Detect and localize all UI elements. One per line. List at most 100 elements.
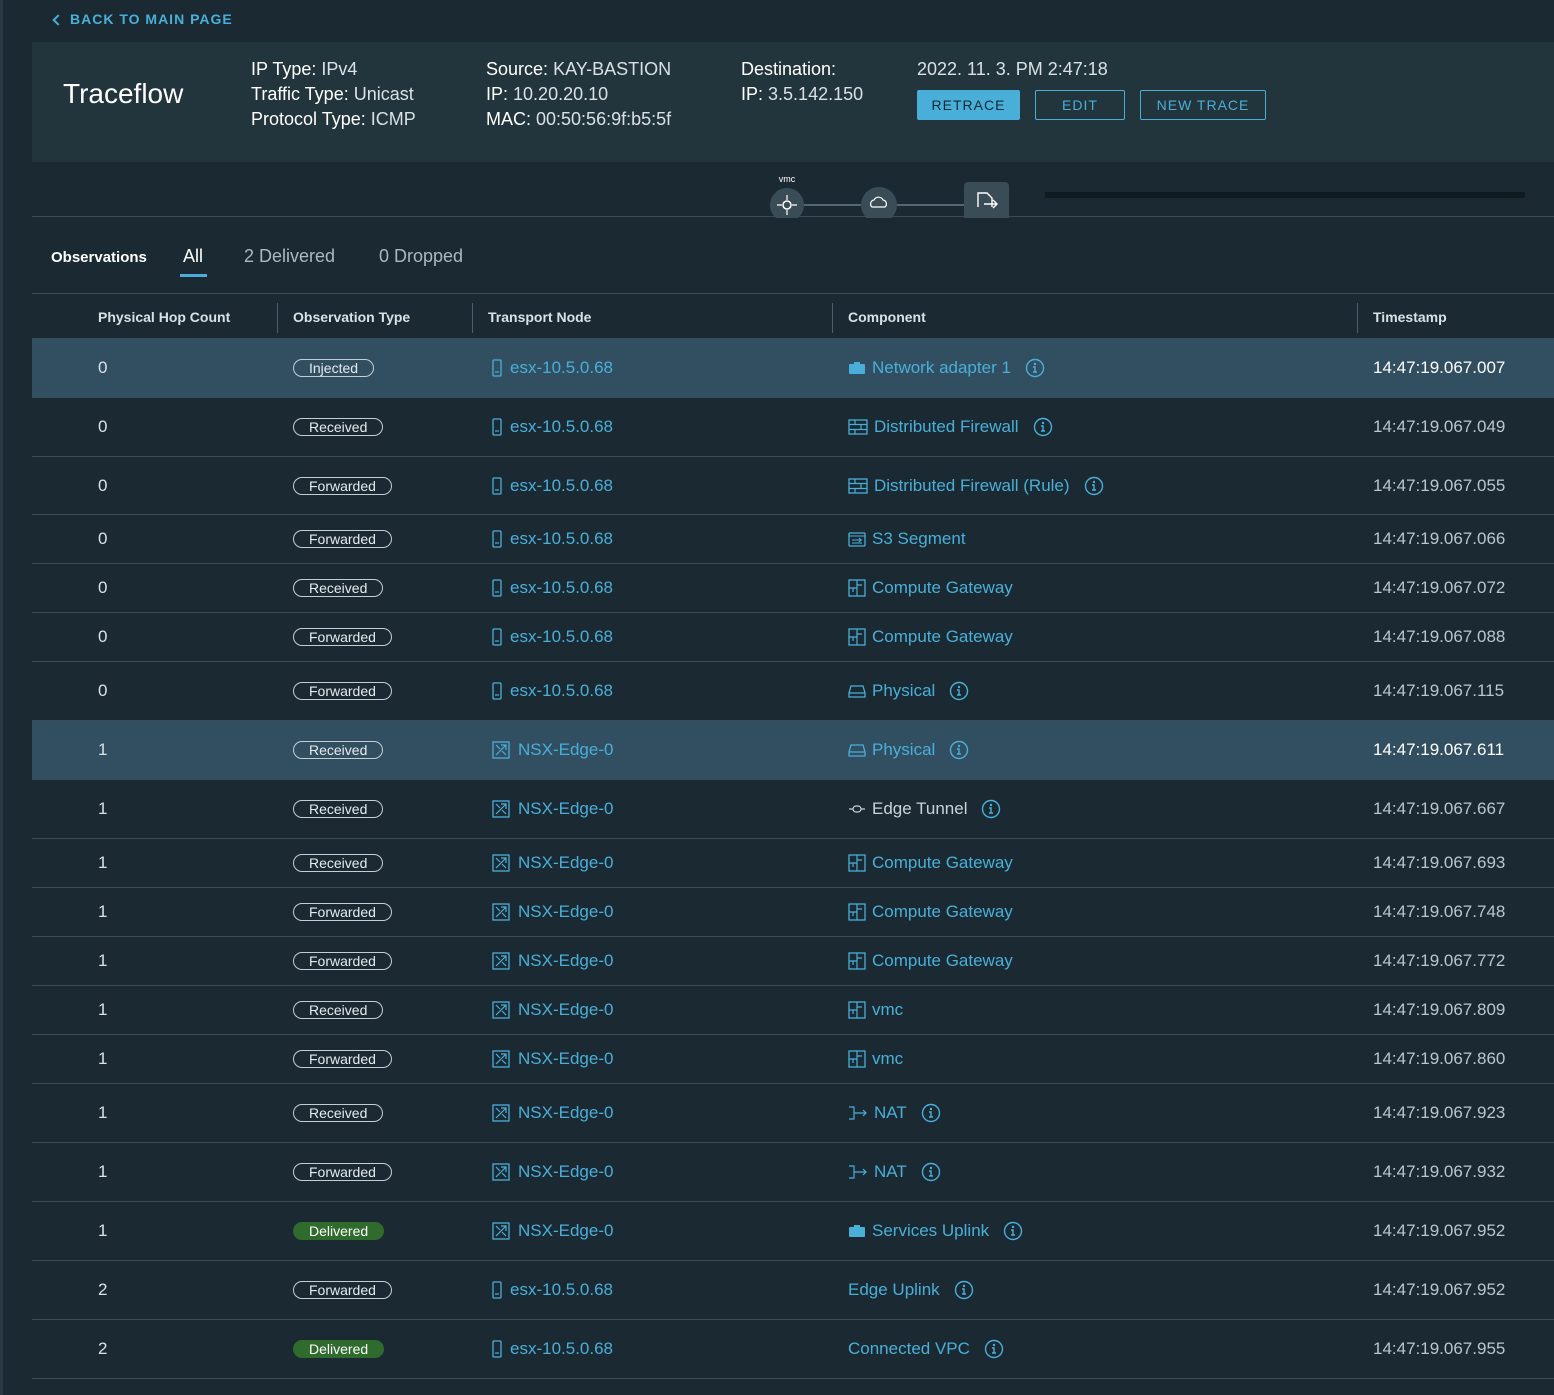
component-link[interactable]: Compute Gateway: [872, 902, 1013, 922]
transport-node-link[interactable]: esx-10.5.0.68: [510, 529, 613, 549]
table-row[interactable]: 0 Received esx-10.5.0.68 Distributed Firewa…: [32, 398, 1554, 457]
info-icon[interactable]: [1076, 476, 1104, 496]
observation-type-cell: Received: [293, 839, 384, 887]
transport-node-link[interactable]: NSX-Edge-0: [518, 1103, 613, 1123]
transport-node-link[interactable]: esx-10.5.0.68: [510, 578, 613, 598]
table-row[interactable]: 2 Delivered esx-10.5.0.68 Connected VPC 14:4…: [32, 1320, 1554, 1379]
table-row[interactable]: 1 Received NSX-Edge-0 Physical 14:47:19.067.…: [32, 721, 1554, 780]
table-row[interactable]: 0 Forwarded esx-10.5.0.68 Distributed Firew…: [32, 457, 1554, 515]
edit-button[interactable]: EDIT: [1035, 90, 1125, 120]
table-row[interactable]: 1 Received NSX-Edge-0 Edge Tunnel 14:47:19.0…: [32, 780, 1554, 839]
tab-all[interactable]: All: [183, 246, 203, 267]
component-link[interactable]: Physical: [872, 681, 935, 701]
tab-delivered[interactable]: 2 Delivered: [244, 246, 335, 267]
source-mac-value: 00:50:56:9f:b5:5f: [536, 109, 672, 129]
component-link[interactable]: vmc: [872, 1000, 903, 1020]
table-row[interactable]: 1 Forwarded NSX-Edge-0 Compute Gateway 14:47…: [32, 937, 1554, 986]
table-row[interactable]: 1 Received NSX-Edge-0 vmc 14:47:19.067.809: [32, 986, 1554, 1035]
cloud-node-icon[interactable]: [861, 187, 897, 218]
transport-node-link[interactable]: esx-10.5.0.68: [510, 681, 613, 701]
column-resizer[interactable]: [277, 303, 278, 333]
hop-count: 0: [98, 529, 108, 548]
component-link[interactable]: vmc: [872, 1049, 903, 1069]
table-row[interactable]: 1 Received NSX-Edge-0 NAT 14:47:19.067.923: [32, 1084, 1554, 1143]
column-header-hop-count[interactable]: Physical Hop Count: [98, 294, 230, 340]
transport-node-link[interactable]: NSX-Edge-0: [518, 1049, 613, 1069]
topology-scroll-track: [1045, 192, 1525, 198]
transport-node-link[interactable]: NSX-Edge-0: [518, 951, 613, 971]
component-link[interactable]: Compute Gateway: [872, 627, 1013, 647]
component-link[interactable]: Distributed Firewall (Rule): [874, 476, 1070, 496]
table-row[interactable]: 0 Forwarded esx-10.5.0.68 Physical 14:47:19.…: [32, 662, 1554, 721]
table-row[interactable]: 0 Forwarded esx-10.5.0.68 S3 Segment 14:47:1…: [32, 515, 1554, 564]
transport-node-link[interactable]: esx-10.5.0.68: [510, 1280, 613, 1300]
observation-type-badge: Forwarded: [293, 530, 392, 548]
transport-node-link[interactable]: esx-10.5.0.68: [510, 1339, 613, 1359]
info-icon[interactable]: [995, 1221, 1023, 1241]
table-row[interactable]: 2 Forwarded esx-10.5.0.68 Edge Uplink 14:47:…: [32, 1261, 1554, 1320]
table-row[interactable]: 0 Injected esx-10.5.0.68 Network adapter 1 1…: [32, 339, 1554, 398]
table-row[interactable]: 1 Forwarded NSX-Edge-0 Compute Gateway 14:47…: [32, 888, 1554, 937]
component-link[interactable]: NAT: [874, 1103, 907, 1123]
back-to-main-page-link[interactable]: BACK TO MAIN PAGE: [52, 11, 233, 27]
column-resizer[interactable]: [472, 303, 473, 333]
info-icon[interactable]: [1025, 417, 1053, 437]
transport-node-link[interactable]: NSX-Edge-0: [518, 853, 613, 873]
column-header-transport-node[interactable]: Transport Node: [488, 294, 591, 340]
table-row[interactable]: 1 Delivered NSX-Edge-0 Services Uplink 14:47…: [32, 1202, 1554, 1261]
component-link[interactable]: NAT: [874, 1162, 907, 1182]
gateway-icon: [848, 854, 866, 872]
destination-node-icon[interactable]: [964, 182, 1009, 218]
trace-summary-header: Traceflow IP Type: IPv4 Traffic Type: Un…: [32, 42, 1554, 162]
transport-node-link[interactable]: NSX-Edge-0: [518, 1000, 613, 1020]
component-link[interactable]: Edge Uplink: [848, 1280, 940, 1300]
new-trace-button[interactable]: NEW TRACE: [1140, 90, 1266, 120]
component-link[interactable]: Physical: [872, 740, 935, 760]
component-link[interactable]: Compute Gateway: [872, 853, 1013, 873]
retrace-button[interactable]: RETRACE: [917, 90, 1020, 120]
info-icon[interactable]: [946, 1280, 974, 1300]
component-link[interactable]: Compute Gateway: [872, 578, 1013, 598]
column-header-component[interactable]: Component: [848, 294, 926, 340]
info-icon[interactable]: [976, 1339, 1004, 1359]
router-node-icon[interactable]: [770, 188, 804, 218]
transport-node-link[interactable]: NSX-Edge-0: [518, 799, 613, 819]
table-row[interactable]: 1 Received NSX-Edge-0 Compute Gateway 14:47:…: [32, 839, 1554, 888]
transport-node-link[interactable]: esx-10.5.0.68: [510, 417, 613, 437]
component-link[interactable]: Connected VPC: [848, 1339, 970, 1359]
table-row[interactable]: 0 Forwarded esx-10.5.0.68 Compute Gateway 14…: [32, 613, 1554, 662]
transport-node-cell: NSX-Edge-0: [492, 721, 613, 779]
info-icon[interactable]: [973, 799, 1001, 819]
observation-type-badge: Received: [293, 1001, 384, 1019]
transport-node-cell: NSX-Edge-0: [492, 1143, 613, 1201]
transport-node-link[interactable]: esx-10.5.0.68: [510, 358, 613, 378]
transport-node-link[interactable]: NSX-Edge-0: [518, 1221, 613, 1241]
gateway-icon: [848, 579, 866, 597]
info-icon[interactable]: [913, 1162, 941, 1182]
transport-node-link[interactable]: esx-10.5.0.68: [510, 627, 613, 647]
column-resizer[interactable]: [832, 303, 833, 333]
table-row[interactable]: 1 Forwarded NSX-Edge-0 vmc 14:47:19.067.860: [32, 1035, 1554, 1084]
ip-type-value: IPv4: [321, 59, 358, 79]
info-icon[interactable]: [941, 681, 969, 701]
transport-node-link[interactable]: NSX-Edge-0: [518, 902, 613, 922]
component-link[interactable]: Services Uplink: [872, 1221, 989, 1241]
component-link[interactable]: Network adapter 1: [872, 358, 1011, 378]
component-link[interactable]: S3 Segment: [872, 529, 966, 549]
component-link[interactable]: Distributed Firewall: [874, 417, 1019, 437]
transport-node-link[interactable]: NSX-Edge-0: [518, 740, 613, 760]
column-header-observation-type[interactable]: Observation Type: [293, 294, 410, 340]
transport-node-link[interactable]: NSX-Edge-0: [518, 1162, 613, 1182]
nat-icon: [848, 1164, 868, 1180]
component-link[interactable]: Compute Gateway: [872, 951, 1013, 971]
column-resizer[interactable]: [1357, 303, 1358, 333]
protocol-type-value: ICMP: [370, 109, 416, 129]
table-row[interactable]: 1 Forwarded NSX-Edge-0 NAT 14:47:19.067.932: [32, 1143, 1554, 1202]
transport-node-link[interactable]: esx-10.5.0.68: [510, 476, 613, 496]
tab-dropped[interactable]: 0 Dropped: [379, 246, 463, 267]
info-icon[interactable]: [941, 740, 969, 760]
column-header-timestamp[interactable]: Timestamp: [1373, 294, 1447, 340]
info-icon[interactable]: [913, 1103, 941, 1123]
info-icon[interactable]: [1017, 358, 1045, 378]
table-row[interactable]: 0 Received esx-10.5.0.68 Compute Gateway 14:…: [32, 564, 1554, 613]
